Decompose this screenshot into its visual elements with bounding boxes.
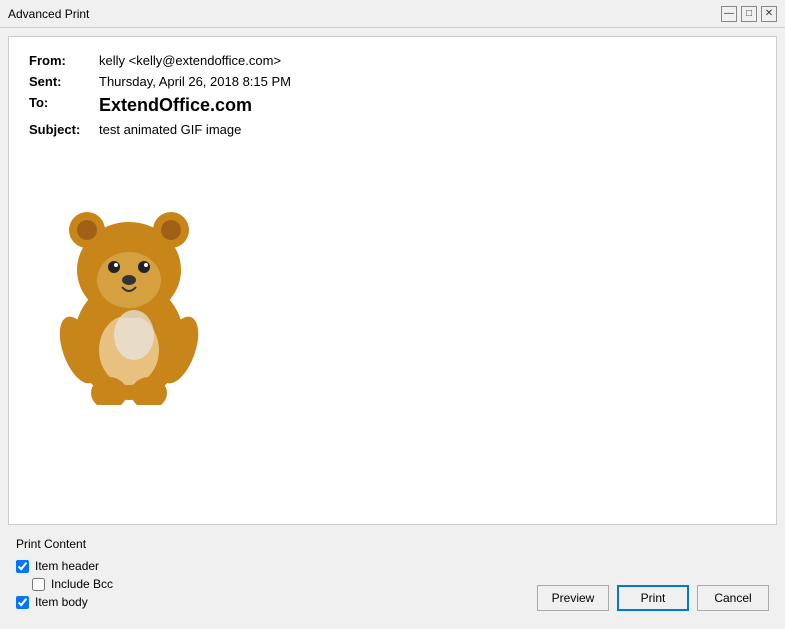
email-preview: From: kelly <kelly@extendoffice.com> Sen… [8,36,777,525]
to-row: To: ExtendOffice.com [29,95,756,122]
subject-value: test animated GIF image [99,122,756,143]
subject-row: Subject: test animated GIF image [29,122,756,143]
from-value: kelly <kelly@extendoffice.com> [99,53,756,74]
item-header-checkbox[interactable] [16,560,29,573]
email-header-table: From: kelly <kelly@extendoffice.com> Sen… [29,53,756,143]
email-body [29,155,756,408]
title-bar: Advanced Print — □ ✕ [0,0,785,28]
print-button[interactable]: Print [617,585,689,611]
window-controls: — □ ✕ [721,6,777,22]
include-bcc-row: Include Bcc [32,577,113,591]
item-header-label: Item header [35,559,99,573]
to-value: ExtendOffice.com [99,95,756,122]
subject-label: Subject: [29,122,99,143]
from-row: From: kelly <kelly@extendoffice.com> [29,53,756,74]
sent-value: Thursday, April 26, 2018 8:15 PM [99,74,756,95]
minimize-button[interactable]: — [721,6,737,22]
bear-image [49,165,209,405]
include-bcc-label: Include Bcc [51,577,113,591]
bottom-panel: Print Content Item header Include Bcc It… [8,531,777,621]
close-button[interactable]: ✕ [761,6,777,22]
main-container: From: kelly <kelly@extendoffice.com> Sen… [0,28,785,629]
print-content-label: Print Content [16,537,113,551]
include-bcc-checkbox[interactable] [32,578,45,591]
item-body-checkbox[interactable] [16,596,29,609]
item-header-row: Item header [16,559,113,573]
window-title: Advanced Print [8,7,89,21]
print-content-section: Print Content Item header Include Bcc It… [16,537,113,609]
to-label: To: [29,95,99,122]
item-body-row: Item body [16,595,113,609]
sent-label: Sent: [29,74,99,95]
sent-row: Sent: Thursday, April 26, 2018 8:15 PM [29,74,756,95]
buttons-section: Preview Print Cancel [537,585,769,615]
cancel-button[interactable]: Cancel [697,585,769,611]
item-body-label: Item body [35,595,88,609]
from-label: From: [29,53,99,74]
preview-button[interactable]: Preview [537,585,609,611]
maximize-button[interactable]: □ [741,6,757,22]
